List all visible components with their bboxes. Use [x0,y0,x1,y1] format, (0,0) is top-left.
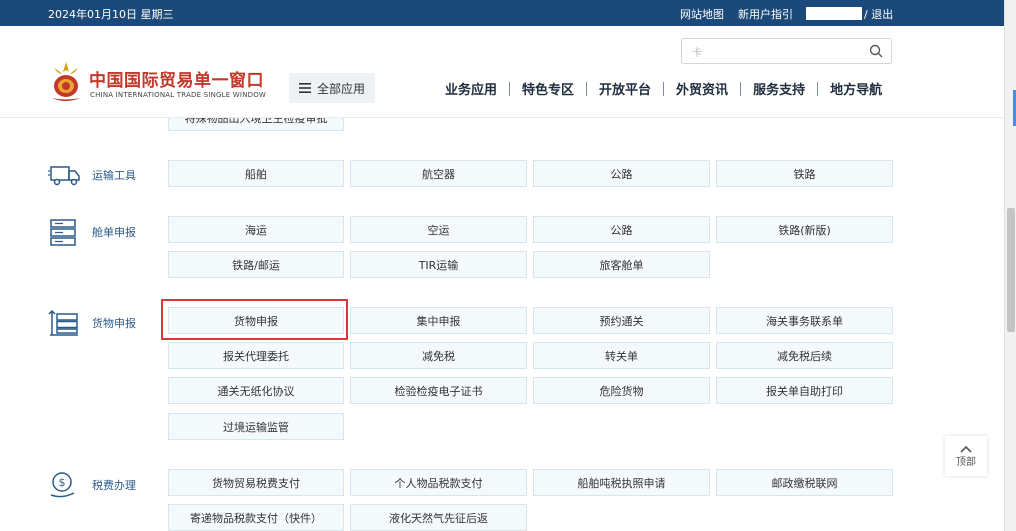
truck-icon [48,166,80,186]
app-button-trade-tax-payment[interactable]: 货物贸易税费支付 [168,469,344,496]
app-button-appointment-clearance[interactable]: 预约通关 [533,307,710,334]
app-button-railway[interactable]: 铁路 [716,160,893,187]
header: 中国国际贸易单一窗口 CHINA INTERNATIONAL TRADE SIN… [0,26,1004,118]
logo-subtitle: CHINA INTERNATIONAL TRADE SINGLE WINDOW [90,91,267,99]
app-button-tir-transport[interactable]: TIR运输 [350,251,527,278]
category-manifest: 舱单申报 [48,218,136,246]
app-button-air-transport[interactable]: 空运 [350,216,527,243]
main-nav: 业务应用 特色专区 开放平台 外贸资讯 服务支持 地方导航 [436,79,894,98]
search-input[interactable]: 卡 [681,38,892,64]
app-button-road[interactable]: 公路 [533,160,710,187]
chevron-up-icon [960,445,972,453]
logout-link[interactable]: / 退出 [864,6,893,22]
scrollbar-thumb[interactable] [1007,208,1015,332]
nav-service-support[interactable]: 服务支持 [741,79,817,98]
svg-text:$: $ [59,476,66,489]
app-button-centralized-declaration[interactable]: 集中申报 [350,307,527,334]
nav-featured-zone[interactable]: 特色专区 [510,79,586,98]
category-label: 货物申报 [92,317,136,330]
app-button-tonnage-tax[interactable]: 船舶吨税执照申请 [533,469,710,496]
current-date: 2024年01月10日 星期三 [48,8,174,21]
category-tax: $ 税费办理 [48,471,136,499]
nav-business-apps[interactable]: 业务应用 [436,79,509,98]
app-list: 特殊物品出入境卫生检疫审批 运输工具 船舶 航空器 公路 铁路 舱单申报 海运 … [0,118,1004,531]
back-to-top-button[interactable]: 顶部 [945,436,987,476]
app-button-postal-tax[interactable]: 邮政缴税联网 [716,469,893,496]
category-label: 税费办理 [92,479,136,492]
nav-trade-news[interactable]: 外贸资讯 [664,79,740,98]
category-label: 运输工具 [92,169,136,182]
page: 2024年01月10日 星期三 网站地图 新用户指引 / 退出 中国国际贸易单一… [0,0,1016,531]
logo-title: 中国国际贸易单一窗口 [89,71,264,91]
app-button-personal-tax-payment[interactable]: 个人物品税款支付 [350,469,527,496]
highlight-box [161,299,348,340]
new-user-guide-link[interactable]: 新用户指引 [738,6,793,22]
app-button-special-items-quarantine[interactable]: 特殊物品出入境卫生检疫审批 [168,118,344,131]
app-button-dangerous-goods[interactable]: 危险货物 [533,377,710,404]
app-button-tax-reduction[interactable]: 减免税 [350,342,527,369]
app-button-customs-liaison[interactable]: 海关事务联系单 [716,307,893,334]
app-button-road-manifest[interactable]: 公路 [533,216,710,243]
menu-icon [299,83,311,93]
search-icon[interactable] [869,44,883,58]
tax-payment-icon: $ [50,472,75,498]
back-to-top-label: 顶部 [956,456,976,468]
app-button-inspection-certificate[interactable]: 检验检疫电子证书 [350,377,527,404]
redacted-username [806,7,862,20]
all-apps-label: 全部应用 [317,81,366,96]
app-button-railway-postal[interactable]: 铁路/邮运 [168,251,344,278]
app-button-railway-new[interactable]: 铁路(新版) [716,216,893,243]
scrollbar[interactable] [1004,0,1016,531]
site-map-link[interactable]: 网站地图 [680,6,724,22]
top-bar: 2024年01月10日 星期三 网站地图 新用户指引 / 退出 [0,0,1004,26]
nav-open-platform[interactable]: 开放平台 [587,79,663,98]
cargo-stack-icon [48,309,78,336]
nav-local-navigation[interactable]: 地方导航 [818,79,894,98]
app-button-sea-transport[interactable]: 海运 [168,216,344,243]
server-icon [50,219,76,246]
top-links: 网站地图 新用户指引 [680,6,808,22]
app-button-express-tax[interactable]: 寄递物品税款支付（快件） [168,504,344,531]
app-button-tax-reduction-followup[interactable]: 减免税后续 [716,342,893,369]
app-button-lng-refund[interactable]: 液化天然气先征后返 [350,504,527,531]
app-button-aircraft[interactable]: 航空器 [350,160,527,187]
app-button-paperless-agreement[interactable]: 通关无纸化协议 [168,377,344,404]
category-cargo: 货物申报 [48,309,136,337]
category-transport: 运输工具 [48,161,136,189]
all-apps-button[interactable]: 全部应用 [289,73,375,103]
logo-icon[interactable] [48,60,84,102]
app-button-passenger-manifest[interactable]: 旅客舱单 [533,251,710,278]
category-label: 舱单申报 [92,226,136,239]
search-placeholder: 卡 [692,48,702,59]
app-button-transit-supervision[interactable]: 过境运输监管 [168,413,344,440]
app-button-ship[interactable]: 船舶 [168,160,344,187]
app-button-transfer-customs[interactable]: 转关单 [533,342,710,369]
app-button-self-print[interactable]: 报关单自助打印 [716,377,893,404]
app-button-agent-entrustment[interactable]: 报关代理委托 [168,342,344,369]
